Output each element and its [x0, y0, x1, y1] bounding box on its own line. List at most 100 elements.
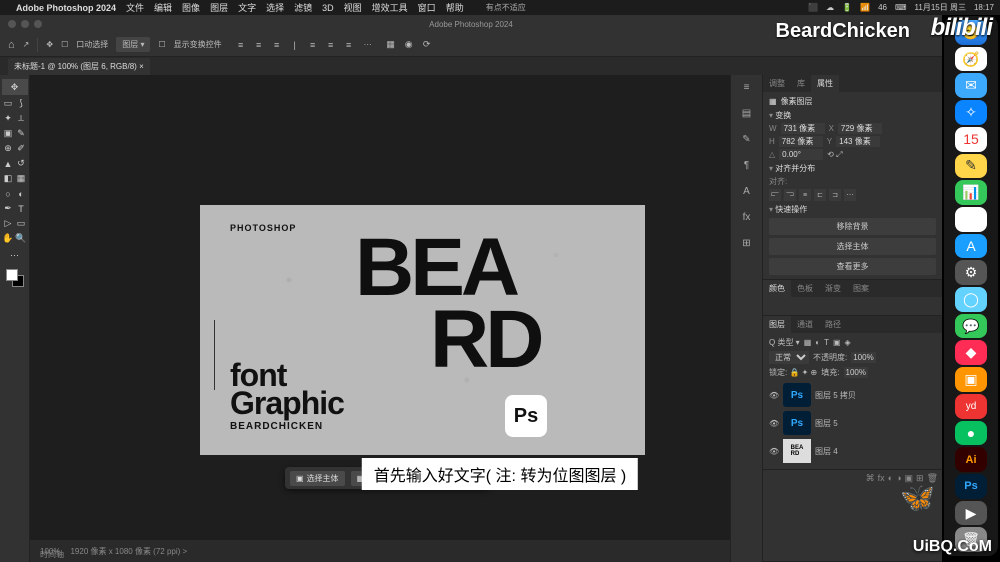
tab-properties[interactable]: 属性 [811, 75, 839, 92]
pen-tool[interactable]: ✒ [2, 202, 15, 215]
section-quick-actions[interactable]: 快速操作 [769, 204, 936, 215]
edit-toolbar[interactable]: ⋯ [2, 247, 28, 263]
panel-icon[interactable]: A [739, 183, 755, 199]
width-field[interactable] [781, 123, 825, 134]
type-tool[interactable]: T [15, 202, 28, 215]
eraser-tool[interactable]: ◧ [2, 172, 15, 185]
status-icon[interactable]: ⬛ [808, 3, 818, 12]
crop-tool[interactable]: ⟂ [15, 112, 28, 125]
dock-safari-icon[interactable]: 🧭 [955, 47, 987, 72]
menu-window[interactable]: 窗口 [418, 1, 436, 14]
section-align[interactable]: 对齐并分布 [769, 163, 936, 174]
auto-select-checkbox[interactable]: ☐ [61, 40, 68, 49]
tab-color[interactable]: 颜色 [763, 280, 791, 297]
select-subject-button[interactable]: ▣选择主体 [290, 471, 345, 486]
dock-app-icon[interactable]: 📊 [955, 180, 987, 205]
blend-mode-select[interactable]: 正常 [769, 351, 809, 364]
layer-name[interactable]: 图层 4 [815, 446, 838, 457]
hand-tool[interactable]: ✋ [2, 232, 15, 245]
layer-row[interactable]: 👁 Ps 图层 5 [769, 409, 936, 437]
flip-icons[interactable]: ⟲ ⤢ [827, 150, 842, 160]
dock-app-icon[interactable]: ▶ [955, 501, 987, 526]
dock-youdao-icon[interactable]: yd [955, 394, 987, 419]
height-field[interactable] [779, 136, 823, 147]
angle-field[interactable] [779, 149, 823, 160]
visibility-icon[interactable]: 👁 [769, 447, 779, 456]
dock-app-icon[interactable]: ◆ [955, 340, 987, 365]
gradient-tool[interactable]: ▦ [15, 172, 28, 185]
menu-select[interactable]: 选择 [266, 1, 284, 14]
filter-icon[interactable]: ▦ [804, 338, 812, 347]
more-icon[interactable]: ··· [364, 40, 372, 49]
filter-icon[interactable]: ◐ [815, 338, 820, 347]
tab-close-icon[interactable]: × [139, 62, 144, 71]
tab-layers[interactable]: 图层 [763, 316, 791, 333]
dock-photos-icon[interactable]: 🏞 [955, 207, 987, 232]
dock-illustrator-icon[interactable]: Ai [955, 447, 987, 472]
tab-gradients[interactable]: 渐变 [819, 280, 847, 297]
panel-icon[interactable]: ¶ [739, 157, 755, 173]
y-field[interactable] [836, 136, 880, 147]
status-icon[interactable]: ⌨ [895, 3, 907, 12]
history-brush-tool[interactable]: ↺ [15, 157, 28, 170]
move-tool[interactable]: ✥ [2, 79, 28, 95]
app-name[interactable]: Adobe Photoshop 2024 [16, 3, 116, 13]
section-transform[interactable]: 变换 [769, 110, 936, 121]
zoom-tool[interactable]: 🔍 [15, 232, 28, 245]
menu-help[interactable]: 帮助 [446, 1, 464, 14]
mask-icon[interactable]: ◐ [888, 473, 893, 484]
color-swatch[interactable] [6, 269, 24, 287]
menu-3d[interactable]: 3D [322, 3, 334, 13]
layer-row[interactable]: 👁 Ps 图层 5 拷贝 [769, 381, 936, 409]
panel-icon[interactable]: ≡ [739, 79, 755, 95]
home-icon[interactable]: ⌂ [8, 39, 15, 51]
menu-filter[interactable]: 滤镜 [294, 1, 312, 14]
tab-swatches[interactable]: 色板 [791, 280, 819, 297]
marquee-tool[interactable]: ▭ [2, 97, 15, 110]
dock-app-icon[interactable]: ✧ [955, 100, 987, 125]
dock-settings-icon[interactable]: ⚙ [955, 260, 987, 285]
lock-icons[interactable]: 锁定: 🔒 ✦ ⊕ [769, 367, 817, 378]
tab-adjustments[interactable]: 调整 [763, 75, 791, 92]
menu-view[interactable]: 视图 [344, 1, 362, 14]
dock-messages-icon[interactable]: 💬 [955, 314, 987, 339]
frame-tool[interactable]: ▣ [2, 127, 15, 140]
visibility-icon[interactable]: 👁 [769, 419, 779, 428]
select-subject-button[interactable]: 选择主体 [769, 238, 936, 255]
panel-icon[interactable]: fx [739, 209, 755, 225]
fill-field[interactable]: 100% [844, 367, 868, 378]
align-icons[interactable]: ≡≡≡|≡≡≡ [234, 38, 356, 52]
link-icon[interactable]: ⌘ [866, 473, 875, 484]
dock-photoshop-icon[interactable]: Ps [955, 474, 987, 499]
arrow-icon[interactable]: ↗ [23, 40, 30, 49]
x-field[interactable] [838, 123, 882, 134]
filter-icon[interactable]: T [824, 338, 829, 347]
menu-file[interactable]: 文件 [126, 1, 144, 14]
menu-image[interactable]: 图像 [182, 1, 200, 14]
layer-name[interactable]: 图层 5 [815, 418, 838, 429]
eyedropper-tool[interactable]: ✎ [15, 127, 28, 140]
brush-tool[interactable]: ✐ [15, 142, 28, 155]
filter-icon[interactable]: ◈ [845, 338, 851, 347]
menu-plugins[interactable]: 增效工具 [372, 1, 408, 14]
fx-icon[interactable]: fx [878, 473, 885, 484]
dock-notes-icon[interactable]: ✎ [955, 154, 987, 179]
remove-bg-button[interactable]: 移除背景 [769, 218, 936, 235]
menubar-time[interactable]: 18:17 [974, 3, 994, 12]
menu-edit[interactable]: 编辑 [154, 1, 172, 14]
tab-channels[interactable]: 通道 [791, 316, 819, 333]
dodge-tool[interactable]: ◐ [15, 187, 28, 200]
panel-icon[interactable]: ✎ [739, 131, 755, 147]
dock-app-icon[interactable]: ▣ [955, 367, 987, 392]
visibility-icon[interactable]: 👁 [769, 391, 779, 400]
dock-calendar-icon[interactable]: 15 [955, 127, 987, 152]
tab-patterns[interactable]: 图案 [847, 280, 875, 297]
shape-tool[interactable]: ▭ [15, 217, 28, 230]
path-tool[interactable]: ▷ [2, 217, 15, 230]
layer-dropdown[interactable]: 图层 ▾ [116, 37, 150, 52]
layer-name[interactable]: 图层 5 拷贝 [815, 390, 856, 401]
dock-app-icon[interactable]: ◯ [955, 287, 987, 312]
align-buttons[interactable]: ⫍⫎≡⊏⊐⋯ [769, 189, 936, 201]
stamp-tool[interactable]: ▲ [2, 157, 15, 170]
3d-mode-icons[interactable]: ▦◉⟳ [384, 38, 434, 52]
